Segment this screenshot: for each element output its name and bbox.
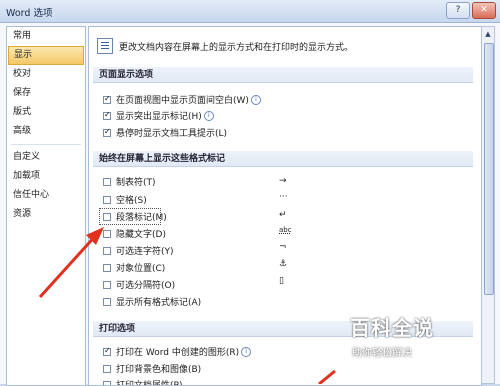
hyphen-mark-icon: ¬ [279, 242, 287, 252]
scrollbar-thumb[interactable] [484, 43, 494, 295]
option-label: 显示突出显示标记(H) [116, 109, 202, 122]
option-optional-hyphens[interactable]: 可选连字符(Y) [103, 242, 174, 259]
option-spaces[interactable]: 空格(S) [103, 191, 147, 208]
option-show-highlighter[interactable]: 显示突出显示标记(H) i [103, 107, 214, 124]
option-tab-characters[interactable]: 制表符(T) [103, 173, 156, 190]
close-button[interactable]: ✕ [472, 2, 496, 19]
option-label: 可选连字符(Y) [116, 244, 174, 257]
info-icon: i [251, 95, 261, 105]
paragraph-mark-icon: ↵ [279, 210, 287, 220]
option-label: 显示所有格式标记(A) [116, 295, 201, 308]
option-show-whitespace[interactable]: 在页面视图中显示页面间空白(W) i [103, 91, 261, 108]
checkbox[interactable] [103, 365, 111, 373]
anchor-icon: ⚓ [279, 259, 287, 269]
title-bar: Word 选项 ? ✕ [0, 0, 500, 23]
sidebar-item-trust-center[interactable]: 信任中心 [7, 186, 85, 205]
info-icon: i [204, 111, 214, 121]
watermark: 百科全说 助你轻松解决 [350, 312, 470, 364]
hidden-text-mark-icon: abc [279, 226, 292, 234]
sidebar-item-common[interactable]: 常用 [7, 27, 85, 46]
option-object-anchors[interactable]: 对象位置(C) [103, 259, 165, 276]
sidebar-item-customize[interactable]: 自定义 [7, 148, 85, 167]
annotation-arrow-icon [315, 368, 340, 384]
option-print-properties[interactable]: 打印文档属性(P) [103, 376, 182, 386]
option-label: 打印在 Word 中创建的图形(R) [116, 345, 239, 358]
option-label: 段落标记(M) [116, 210, 167, 223]
sidebar-item-save[interactable]: 保存 [7, 84, 85, 103]
vertical-scrollbar[interactable]: ▲ [481, 26, 495, 384]
sidebar-item-layout[interactable]: 版式 [7, 103, 85, 122]
sidebar-item-resources[interactable]: 资源 [7, 205, 85, 224]
option-label: 打印文档属性(P) [116, 378, 182, 386]
checkbox[interactable] [103, 129, 111, 137]
dialog-title: Word 选项 [6, 5, 52, 19]
options-category-list: 常用 显示 校对 保存 版式 高级 自定义 加载项 信任中心 资源 [6, 26, 86, 386]
checkbox[interactable] [103, 196, 111, 204]
scroll-up-arrow-icon[interactable]: ▲ [483, 28, 493, 40]
checkbox[interactable] [103, 112, 111, 120]
checkbox[interactable] [103, 348, 111, 356]
option-label: 空格(S) [116, 193, 147, 206]
section-page-display: 页面显示选项 [93, 67, 473, 83]
help-button[interactable]: ? [446, 2, 470, 19]
sidebar-item-proofing[interactable]: 校对 [7, 65, 85, 84]
watermark-title: 百科全说 [350, 312, 470, 341]
option-label: 在页面视图中显示页面间空白(W) [116, 93, 249, 106]
option-label: 隐藏文字(D) [116, 227, 166, 240]
sidebar-item-advanced[interactable]: 高级 [7, 122, 85, 141]
option-label: 打印背景色和图像(B) [116, 362, 201, 375]
display-options-icon [97, 38, 113, 54]
checkbox[interactable] [103, 381, 111, 386]
sidebar-divider [11, 144, 81, 145]
option-label: 可选分隔符(O) [116, 278, 175, 291]
sidebar-item-addins[interactable]: 加载项 [7, 167, 85, 186]
optional-break-mark-icon: ▯ [279, 276, 284, 286]
option-optional-breaks[interactable]: 可选分隔符(O) [103, 276, 175, 293]
option-paragraph-marks[interactable]: 段落标记(M) [103, 208, 167, 225]
intro-row: 更改文档内容在屏幕上的显示方式和在打印时的显示方式。 [97, 37, 353, 55]
intro-text: 更改文档内容在屏幕上的显示方式和在打印时的显示方式。 [119, 40, 353, 53]
word-options-dialog: Word 选项 ? ✕ 常用 显示 校对 保存 版式 高级 自定义 加载项 信任… [0, 0, 500, 384]
option-hidden-text[interactable]: 隐藏文字(D) [103, 225, 166, 242]
option-print-background[interactable]: 打印背景色和图像(B) [103, 360, 201, 377]
tab-mark-icon: → [279, 176, 287, 186]
watermark-subtitle: 助你轻松解决 [352, 344, 470, 359]
section-format-marks: 始终在屏幕上显示这些格式标记 [93, 151, 473, 167]
sidebar-item-display[interactable]: 显示 [8, 46, 84, 65]
option-label: 制表符(T) [116, 175, 156, 188]
option-label: 悬停时显示文档工具提示(L) [116, 126, 227, 139]
info-icon: i [241, 347, 251, 357]
annotation-arrow-icon [30, 225, 110, 300]
option-label: 对象位置(C) [116, 261, 165, 274]
checkbox[interactable] [103, 213, 111, 221]
space-mark-icon: ··· [279, 192, 288, 202]
option-show-all-marks[interactable]: 显示所有格式标记(A) [103, 293, 201, 310]
option-print-drawings[interactable]: 打印在 Word 中创建的图形(R) i [103, 343, 251, 360]
option-show-tooltips[interactable]: 悬停时显示文档工具提示(L) [103, 124, 227, 141]
checkbox[interactable] [103, 178, 111, 186]
checkbox[interactable] [103, 96, 111, 104]
